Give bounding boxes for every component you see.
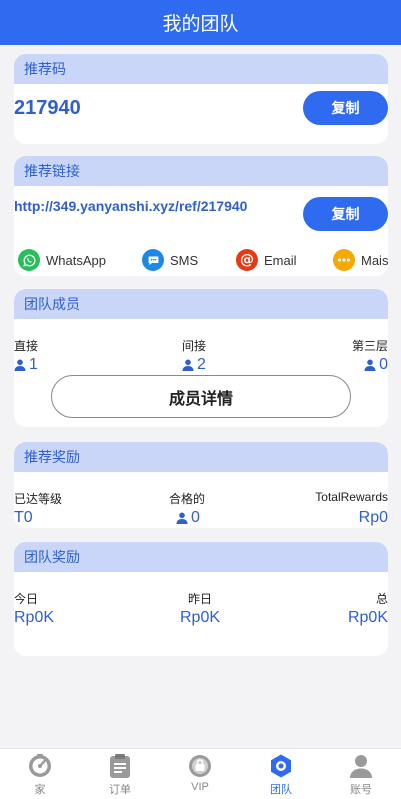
team-rewards-title: 团队奖励 [14, 542, 388, 572]
referral-rewards-card: 推荐奖励 已达等级 T0 合格的 0 TotalRewards Rp0 [14, 442, 388, 528]
tab-home[interactable]: 家 [10, 753, 70, 797]
team-members-title: 团队成员 [14, 289, 388, 319]
tab-account[interactable]: 账号 [331, 753, 391, 797]
referral-rewards-title: 推荐奖励 [14, 442, 388, 472]
person-icon [14, 359, 26, 371]
person-icon [364, 359, 376, 371]
app-header: 我的团队 [0, 0, 401, 45]
tab-vip-label: VIP [191, 781, 209, 793]
share-more-label: Mais [361, 252, 388, 268]
team-rewards-card: 团队奖励 今日 Rp0K 昨日 Rp0K 总 Rp0K [14, 542, 388, 656]
tab-orders[interactable]: 订单 [90, 753, 150, 797]
tab-vip[interactable]: VIP [170, 753, 230, 793]
referral-code-value: 217940 [14, 97, 81, 119]
clipboard-icon [110, 754, 130, 778]
share-whatsapp-label: WhatsApp [46, 252, 106, 268]
tab-account-label: 账号 [350, 784, 372, 796]
referral-link-url: http://349.yanyanshi.xyz/ref/217940 [14, 198, 248, 214]
yesterday-value: Rp0K [180, 609, 221, 626]
indirect-value: 2 [182, 356, 206, 374]
sms-icon [142, 249, 164, 271]
share-sms[interactable]: SMS [142, 249, 198, 271]
share-row: WhatsApp SMS @ Email Mais [18, 249, 388, 273]
third-level-label: 第三层 [351, 339, 388, 353]
level-label: 已达等级 [14, 492, 63, 506]
page-title: 我的团队 [162, 14, 239, 35]
member-details-button[interactable]: 成员详情 [51, 375, 351, 418]
yesterday-label: 昨日 [188, 592, 213, 606]
referral-link-card: 推荐链接 http://349.yanyanshi.xyz/ref/217940… [14, 156, 388, 276]
vip-badge-icon [189, 755, 211, 777]
share-whatsapp[interactable]: WhatsApp [18, 249, 106, 271]
direct-value: 1 [14, 356, 38, 374]
bottom-tab-bar: 家 订单 VIP 团队 账号 [0, 748, 401, 799]
tab-orders-label: 订单 [109, 784, 131, 796]
share-email-label: Email [264, 252, 297, 268]
qualified-label: 合格的 [169, 492, 206, 506]
share-sms-label: SMS [170, 252, 199, 268]
referral-code-card: 推荐码 217940 复制 [14, 54, 388, 144]
qualified-value: 0 [176, 509, 200, 527]
more-icon [333, 249, 355, 271]
tab-team-label: 团队 [270, 784, 292, 796]
level-value: T0 [14, 509, 33, 526]
direct-label: 直接 [14, 339, 39, 353]
share-more[interactable]: Mais [333, 249, 388, 271]
copy-link-button[interactable]: 复制 [303, 197, 388, 231]
whatsapp-icon [18, 249, 40, 271]
tab-team[interactable]: 团队 [251, 753, 311, 797]
total-value: Rp0K [347, 609, 388, 626]
person-icon [182, 359, 194, 371]
home-gauge-icon [29, 754, 51, 777]
today-label: 今日 [14, 592, 39, 606]
total-rewards-label: TotalRewards [315, 490, 388, 504]
total-label: 总 [375, 592, 388, 606]
account-icon [350, 755, 372, 778]
third-level-value: 0 [364, 356, 388, 374]
email-icon: @ [236, 249, 258, 271]
indirect-label: 间接 [182, 339, 207, 353]
referral-link-title: 推荐链接 [14, 156, 388, 186]
today-value: Rp0K [14, 609, 55, 626]
team-hexagon-icon [271, 754, 291, 778]
copy-code-button[interactable]: 复制 [303, 91, 388, 125]
tab-home-label: 家 [34, 784, 46, 796]
team-members-card: 团队成员 直接 1 间接 2 第三层 0 成员详情 [14, 289, 388, 427]
referral-code-title: 推荐码 [14, 54, 388, 84]
share-email[interactable]: @ Email [236, 249, 297, 271]
total-rewards-value: Rp0 [358, 509, 388, 526]
person-icon [176, 512, 188, 524]
